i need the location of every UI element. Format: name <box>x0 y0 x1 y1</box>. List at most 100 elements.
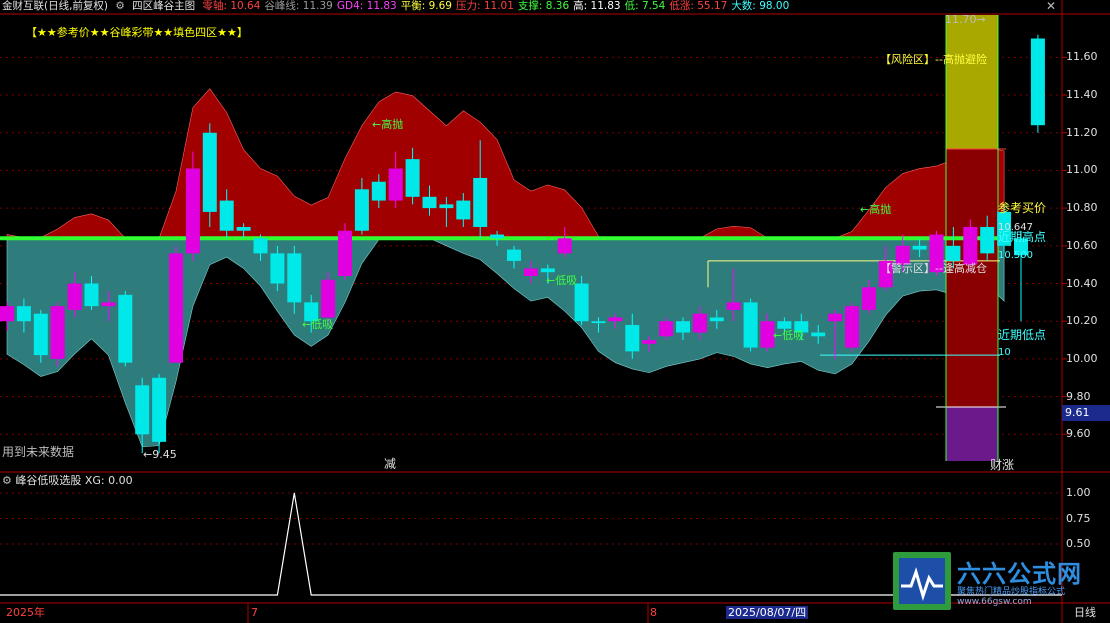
candle-body <box>861 287 876 310</box>
candle-body <box>169 253 183 363</box>
dixi-label: ←低吸 <box>546 274 578 287</box>
candle-body <box>507 249 521 261</box>
candle-body <box>608 317 623 322</box>
candle-body <box>50 306 65 359</box>
indicator-value: GD4: 11.83 <box>336 0 397 12</box>
pulse-icon <box>899 558 945 604</box>
settings-gear-icon[interactable]: ⚙ <box>115 0 124 12</box>
alert-zone-label: 【警示区】--逢高减仓 <box>880 262 987 275</box>
recent-high-label: 近期高点 <box>998 230 1047 244</box>
candle-body <box>1030 38 1045 126</box>
candle-body <box>338 230 352 276</box>
dixi-label: ←低吸 <box>773 329 805 342</box>
indicator-values: 零轴: 10.64 谷峰线: 11.39 GD4: 11.83 平衡: 9.69 压力:… <box>202 0 793 12</box>
risk-zone-label: 【风险区】--高抛避险 <box>880 53 987 66</box>
candle-body <box>726 302 741 310</box>
candle-body <box>422 196 437 209</box>
indicator-value: 支撑: 8.36 <box>517 0 570 12</box>
risk-zone-fill <box>946 15 998 149</box>
x-label-july: 7 <box>251 606 258 619</box>
x-cursor-date: 2025/08/07/四 <box>726 606 809 619</box>
bottom-zone-fill <box>946 407 998 461</box>
indicator-value: 低涨: 55.17 <box>669 0 728 12</box>
candle <box>845 302 859 352</box>
close-x-icon[interactable]: ✕ <box>1044 0 1058 13</box>
brand-slogan: 聚焦热门精品炒股指标公式 <box>957 587 1066 597</box>
sub-indicator-name[interactable]: 峰谷低吸选股 <box>15 474 81 487</box>
candle-body <box>456 200 471 220</box>
gaopao-label: ←高抛 <box>860 203 892 216</box>
candle-body <box>625 324 640 352</box>
current-price-badge: 9.61 <box>1062 405 1110 421</box>
candle-body <box>591 321 606 324</box>
sub-tick-label: 0.75 <box>1066 511 1091 525</box>
y-tick-label: 11.60 <box>1066 50 1098 64</box>
x-label-august: 8 <box>650 606 657 619</box>
sub-tick-label: 1.00 <box>1066 486 1091 499</box>
candle-body <box>0 306 14 322</box>
candle <box>50 302 65 367</box>
indicator-name[interactable]: 四区峰谷主图 <box>132 0 195 12</box>
indicator-value: 低: 7.54 <box>624 0 666 12</box>
candle-body <box>811 332 826 337</box>
y-tick-label: 10.40 <box>1066 276 1098 290</box>
candle-body <box>439 204 454 209</box>
candle-body <box>270 253 285 284</box>
indicator-value: 平衡: 9.69 <box>400 0 452 12</box>
settings-gear-icon[interactable]: ⚙ <box>2 474 12 487</box>
candle <box>33 309 48 363</box>
candle-body <box>135 385 150 435</box>
candle-body <box>980 226 995 254</box>
candle-body <box>963 226 978 265</box>
ref-buy-label: 参考买价 <box>998 201 1047 215</box>
candle-body <box>101 302 116 307</box>
candle-body <box>523 268 538 276</box>
chart-window: 金财互联(日线,前复权) ⚙ 四区峰谷主图 零轴: 10.64 谷峰线: 11.3… <box>0 0 1110 623</box>
candle-body <box>118 294 133 363</box>
y-tick-label: 10.00 <box>1066 351 1098 365</box>
stock-title[interactable]: 金财互联(日线,前复权) <box>2 0 108 12</box>
candle-body <box>33 313 48 356</box>
candle-body <box>388 168 403 201</box>
candle-body <box>659 321 674 337</box>
y-tick-label: 9.80 <box>1066 389 1091 403</box>
candle-body <box>16 306 31 322</box>
indicator-value: 压力: 11.01 <box>455 0 514 12</box>
candle <box>202 123 217 227</box>
candle <box>338 223 352 280</box>
candle-body <box>405 159 420 197</box>
y-tick-label: 11.20 <box>1066 125 1098 139</box>
candle <box>1030 34 1045 133</box>
cai-zhang-label: 财涨 <box>990 458 1015 472</box>
indicator-value: 谷峰线: 11.39 <box>264 0 333 12</box>
indicator-value: 零轴: 10.64 <box>202 0 261 12</box>
sub-panel-title: ⚙ 峰谷低吸选股 XG: 0.00 <box>2 474 133 487</box>
candle <box>169 245 183 363</box>
y-tick-label: 10.60 <box>1066 238 1098 252</box>
y-tick-label: 10.80 <box>1066 201 1098 215</box>
y-tick-label: 11.40 <box>1066 88 1098 102</box>
candle-body <box>743 302 758 348</box>
candle-body <box>84 283 99 307</box>
main-chart[interactable] <box>0 0 1110 623</box>
dixi-label: ←低吸 <box>302 318 334 331</box>
candle-body <box>219 200 234 231</box>
y-tick-label: 9.60 <box>1066 427 1091 441</box>
high-price-marker: 11.70→ <box>945 13 986 26</box>
sub-tick-label: 0.50 <box>1066 537 1091 550</box>
candle-body <box>236 226 251 231</box>
low-price-marker: ←9.45 <box>143 448 177 461</box>
candle-body <box>946 245 961 261</box>
recent-low-label: 近期低点 <box>998 328 1047 342</box>
candle-body <box>473 177 488 227</box>
candle-body <box>692 313 707 333</box>
main-title: 【★★参考价★★谷峰彩带★★填色四区★★】 <box>26 26 248 39</box>
candle-body <box>152 377 167 442</box>
candle-body <box>490 234 505 239</box>
x-label-year: 2025年 <box>6 606 45 619</box>
candle <box>152 373 167 454</box>
candle-body <box>540 268 555 273</box>
alert-zone-fill <box>946 149 998 407</box>
y-tick-label: 10.20 <box>1066 314 1098 328</box>
candle-body <box>253 238 268 254</box>
